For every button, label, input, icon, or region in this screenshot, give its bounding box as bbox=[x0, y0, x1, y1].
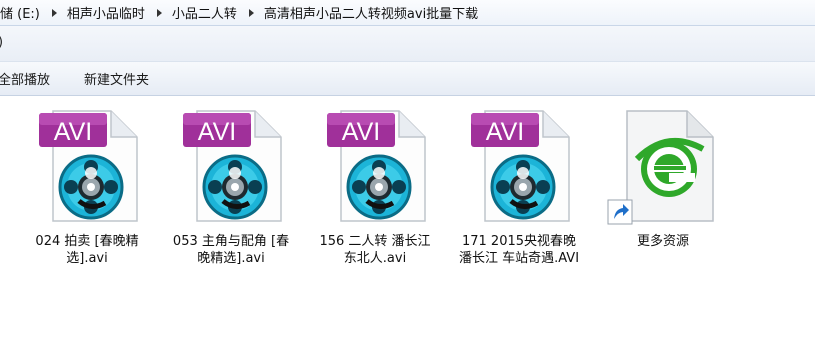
file-name[interactable]: 156 二人转 潘长江 东北人.avi bbox=[313, 233, 437, 267]
file-item[interactable]: 更多资源 bbox=[598, 103, 728, 250]
breadcrumb-label: 高清相声小品二人转视频avi批量下载 bbox=[263, 7, 479, 22]
file-name[interactable]: 053 主角与配角 [春晚精选].avi bbox=[169, 233, 293, 267]
internet-shortcut-icon bbox=[607, 103, 719, 227]
breadcrumb-separator-icon[interactable] bbox=[156, 8, 162, 17]
breadcrumb-separator-icon[interactable] bbox=[248, 8, 254, 17]
file-item[interactable]: AVI 053 主角与配角 [春晚精选].avi bbox=[166, 103, 296, 267]
file-name[interactable]: 024 拍卖 [春晚精选].avi bbox=[25, 233, 149, 267]
breadcrumb-label: 相声小品临时 bbox=[66, 7, 145, 22]
menu-bar: ) bbox=[0, 26, 815, 62]
avi-file-icon: AVI bbox=[463, 103, 575, 227]
address-bar[interactable]: 储 (E:) 相声小品临时 小品二人转 高清相声小品二人转视频avi批量下载 bbox=[0, 0, 815, 26]
play-all-button[interactable]: 全部播放 bbox=[0, 66, 60, 92]
avi-badge-text: AVI bbox=[54, 118, 92, 146]
file-item[interactable]: AVI 024 拍卖 [春晚精选].avi bbox=[22, 103, 152, 267]
breadcrumb-drive[interactable]: 储 (E:) bbox=[0, 2, 44, 24]
command-toolbar: 全部播放 新建文件夹 bbox=[0, 62, 815, 96]
file-item[interactable]: AVI 171 2015央视春晚 潘长江 车站奇遇.AVI bbox=[454, 103, 584, 267]
breadcrumb-folder-1[interactable]: 相声小品临时 bbox=[63, 2, 149, 24]
new-folder-button[interactable]: 新建文件夹 bbox=[74, 66, 159, 92]
breadcrumb-label: 小品二人转 bbox=[171, 7, 237, 22]
menu-fragment[interactable]: ) bbox=[0, 35, 3, 50]
file-name[interactable]: 171 2015央视春晚 潘长江 车站奇遇.AVI bbox=[457, 233, 581, 267]
breadcrumb-label: 储 (E:) bbox=[0, 7, 40, 22]
breadcrumb-folder-current[interactable]: 高清相声小品二人转视频avi批量下载 bbox=[260, 2, 482, 24]
avi-badge-text: AVI bbox=[198, 118, 236, 146]
file-list-view[interactable]: AVI 024 拍卖 [春晚精选].avi AVI 053 主角与配角 [春晚精… bbox=[0, 97, 815, 346]
file-item[interactable]: AVI 156 二人转 潘长江 东北人.avi bbox=[310, 103, 440, 267]
avi-file-icon: AVI bbox=[31, 103, 143, 227]
breadcrumb-folder-2[interactable]: 小品二人转 bbox=[168, 2, 241, 24]
file-name[interactable]: 更多资源 bbox=[601, 233, 725, 250]
avi-file-icon: AVI bbox=[175, 103, 287, 227]
avi-file-icon: AVI bbox=[319, 103, 431, 227]
breadcrumb-separator-icon[interactable] bbox=[51, 8, 57, 17]
avi-badge-text: AVI bbox=[486, 118, 524, 146]
shortcut-arrow-icon bbox=[607, 199, 633, 225]
avi-badge-text: AVI bbox=[342, 118, 380, 146]
